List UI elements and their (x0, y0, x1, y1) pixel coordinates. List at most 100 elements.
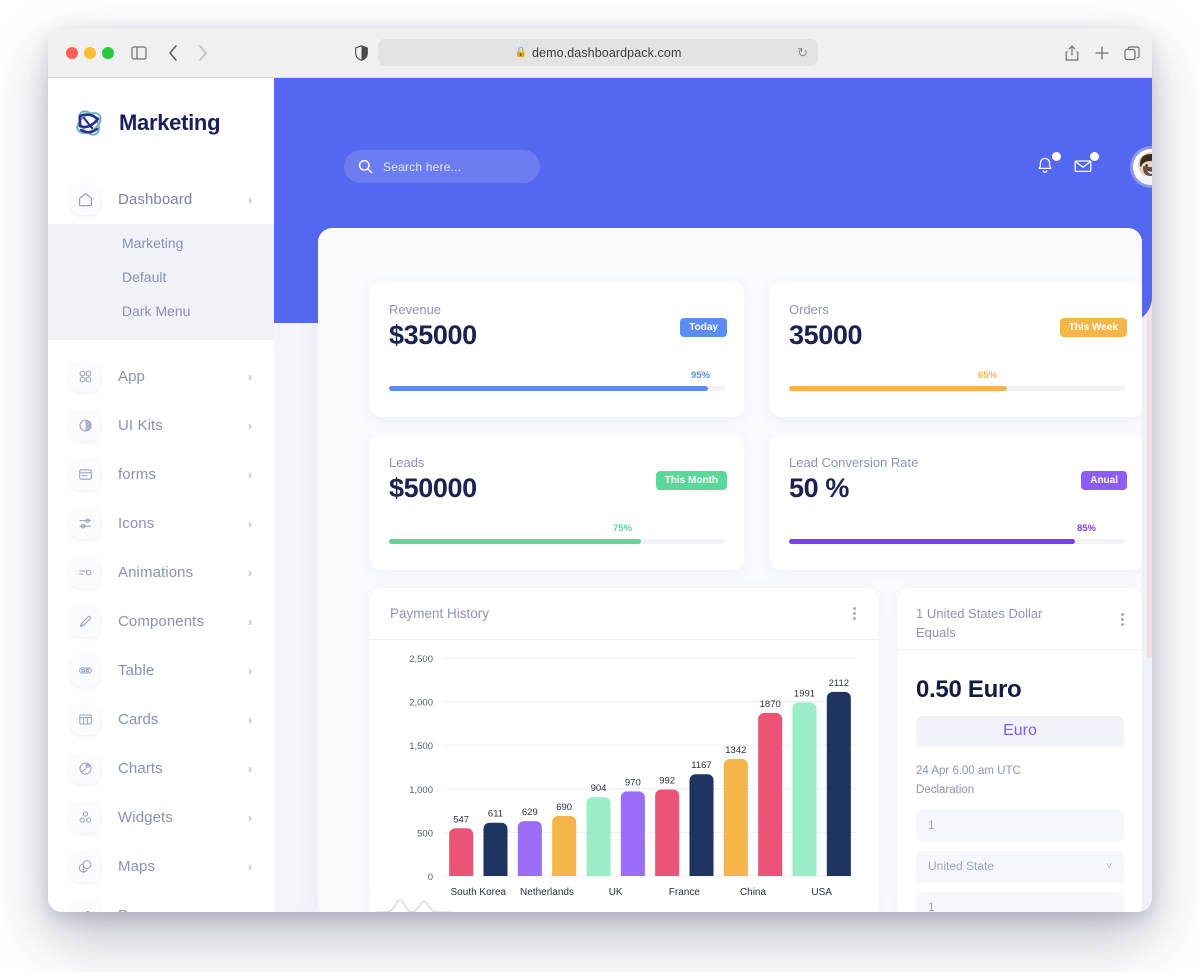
sidebar-item-cards[interactable]: Cards › (48, 695, 274, 744)
sidebar-item-label: Maps (118, 858, 156, 875)
progress-fill (789, 386, 1008, 391)
stat-percent: 85% (1076, 523, 1096, 534)
sidebar-item-label: Dashboard (118, 191, 193, 208)
kebab-menu-icon[interactable] (1119, 607, 1126, 632)
messages-button[interactable] (1073, 152, 1099, 178)
stat-card-leads: Leads $50000 This Month 75% (370, 435, 744, 570)
amount-to-input[interactable]: 1 (916, 891, 1124, 912)
conversion-rate: 0.50 Euro (916, 676, 1022, 703)
currency-chip[interactable]: Euro (916, 716, 1124, 746)
stat-label: Orders (789, 302, 829, 317)
sidebar-item-ui-kits[interactable]: UI Kits › (48, 401, 274, 450)
card-title: Payment History (390, 606, 490, 621)
sidebar-item-label: Widgets (118, 809, 173, 826)
stat-card-lead-conversion-rate: Lead Conversion Rate 50 % Anual 85% (770, 435, 1142, 570)
window-close-button[interactable] (66, 47, 78, 59)
lock-icon: 🔒 (514, 47, 527, 58)
stat-period-badge[interactable]: This Week (1059, 318, 1127, 337)
search-icon (358, 159, 373, 174)
sidebar-toggle-icon[interactable] (128, 42, 150, 64)
notifications-button[interactable] (1035, 152, 1061, 178)
form-icon (70, 459, 100, 490)
page-viewport: Search here... Marketing Dashboard › Mar… (48, 78, 1152, 912)
window-maximize-button[interactable] (102, 47, 114, 59)
chevron-right-icon: › (248, 614, 252, 629)
pages-icon (70, 900, 100, 912)
progress-fill (789, 539, 1075, 544)
svg-text:547: 547 (453, 814, 469, 825)
svg-text:1167: 1167 (691, 760, 711, 771)
card-header: 1 United States Dollar Equals (898, 588, 1142, 650)
chevron-right-icon: › (248, 192, 252, 207)
svg-text:904: 904 (591, 783, 607, 794)
share-icon[interactable] (1061, 42, 1083, 64)
progress-fill (389, 539, 641, 544)
sidebar-item-icons[interactable]: Icons › (48, 499, 274, 548)
cards-icon (70, 704, 100, 735)
sidebar-subitem-dark-menu[interactable]: Dark Menu (48, 294, 274, 328)
stat-period-badge[interactable]: Today (680, 318, 727, 337)
sidebar: Marketing Dashboard › Marketing Default … (48, 78, 274, 912)
chevron-right-icon: › (248, 369, 252, 384)
svg-text:1342: 1342 (725, 745, 746, 756)
stat-card-orders: Orders 35000 This Week 65% (770, 282, 1142, 417)
stat-label: Leads (389, 455, 425, 470)
new-tab-icon[interactable] (1091, 42, 1113, 64)
sidebar-item-animations[interactable]: Animations › (48, 548, 274, 597)
stat-period-badge[interactable]: This Month (655, 471, 727, 490)
sparkline-decoration (375, 899, 451, 912)
sidebar-item-app[interactable]: App › (48, 352, 274, 401)
sidebar-item-widgets[interactable]: Widgets › (48, 793, 274, 842)
home-icon (70, 184, 100, 215)
marketing-globe-logo (76, 110, 102, 136)
sidebar-item-label: Charts (118, 760, 163, 777)
stat-percent: 75% (613, 523, 633, 534)
sidebar-item-maps[interactable]: Maps › (48, 842, 274, 891)
amount-from-input[interactable]: 1 (916, 809, 1124, 841)
svg-text:690: 690 (556, 802, 572, 813)
reload-icon[interactable]: ↻ (797, 45, 808, 61)
tab-overview-icon[interactable] (1121, 42, 1143, 64)
amount-from-value: 1 (928, 818, 935, 833)
stat-label: Lead Conversion Rate (789, 455, 919, 470)
declaration-label: Declaration (916, 783, 975, 796)
widgets-icon (70, 802, 100, 833)
svg-text:970: 970 (625, 777, 641, 788)
pen-icon (70, 606, 100, 637)
svg-text:1,000: 1,000 (409, 785, 433, 796)
sidebar-subitem-marketing[interactable]: Marketing (48, 226, 274, 260)
kebab-menu-icon[interactable] (851, 601, 858, 626)
browser-url-bar[interactable]: 🔒 demo.dashboardpack.com ↻ (378, 39, 818, 66)
map-pin-icon (70, 851, 100, 882)
sidebar-item-components[interactable]: Components › (48, 597, 274, 646)
amount-to-value: 1 (928, 900, 935, 912)
sidebar-item-forms[interactable]: forms › (48, 450, 274, 499)
shield-icon[interactable] (350, 42, 372, 64)
svg-text:2,500: 2,500 (409, 654, 433, 665)
browser-forward-icon[interactable] (192, 42, 214, 64)
stat-period-badge[interactable]: Anual (1081, 471, 1127, 490)
progress-track (789, 386, 1125, 391)
sidebar-item-charts[interactable]: Charts › (48, 744, 274, 793)
sidebar-subitem-default[interactable]: Default (48, 260, 274, 294)
dashboard-content: Revenue $35000 Today 95% Orders 35000 Th… (318, 228, 1142, 912)
sidebar-item-pages[interactable]: Pages › (48, 891, 274, 912)
brand[interactable]: Marketing (48, 78, 274, 142)
bar-chart: 0 500 1,000 1,500 2,000 2,500 547 611 629 690 904 9… (409, 654, 856, 898)
window-minimize-button[interactable] (84, 47, 96, 59)
chevron-down-icon: ˅ (1106, 860, 1112, 872)
chevron-right-icon: › (248, 565, 252, 580)
stat-value: 50 % (789, 473, 849, 503)
svg-text:500: 500 (417, 828, 433, 839)
sidebar-item-table[interactable]: Table › (48, 646, 274, 695)
svg-text:2112: 2112 (829, 678, 849, 689)
avatar[interactable] (1133, 149, 1152, 185)
browser-back-icon[interactable] (162, 42, 184, 64)
chevron-right-icon: › (248, 909, 252, 913)
sidebar-item-label: UI Kits (118, 417, 163, 434)
country-from-select[interactable]: United State ˅ (916, 850, 1124, 882)
piechart-icon (70, 753, 100, 784)
brand-title: Marketing (119, 110, 221, 135)
sidebar-item-dashboard[interactable]: Dashboard › (48, 175, 274, 224)
search-input[interactable]: Search here... (344, 150, 540, 183)
